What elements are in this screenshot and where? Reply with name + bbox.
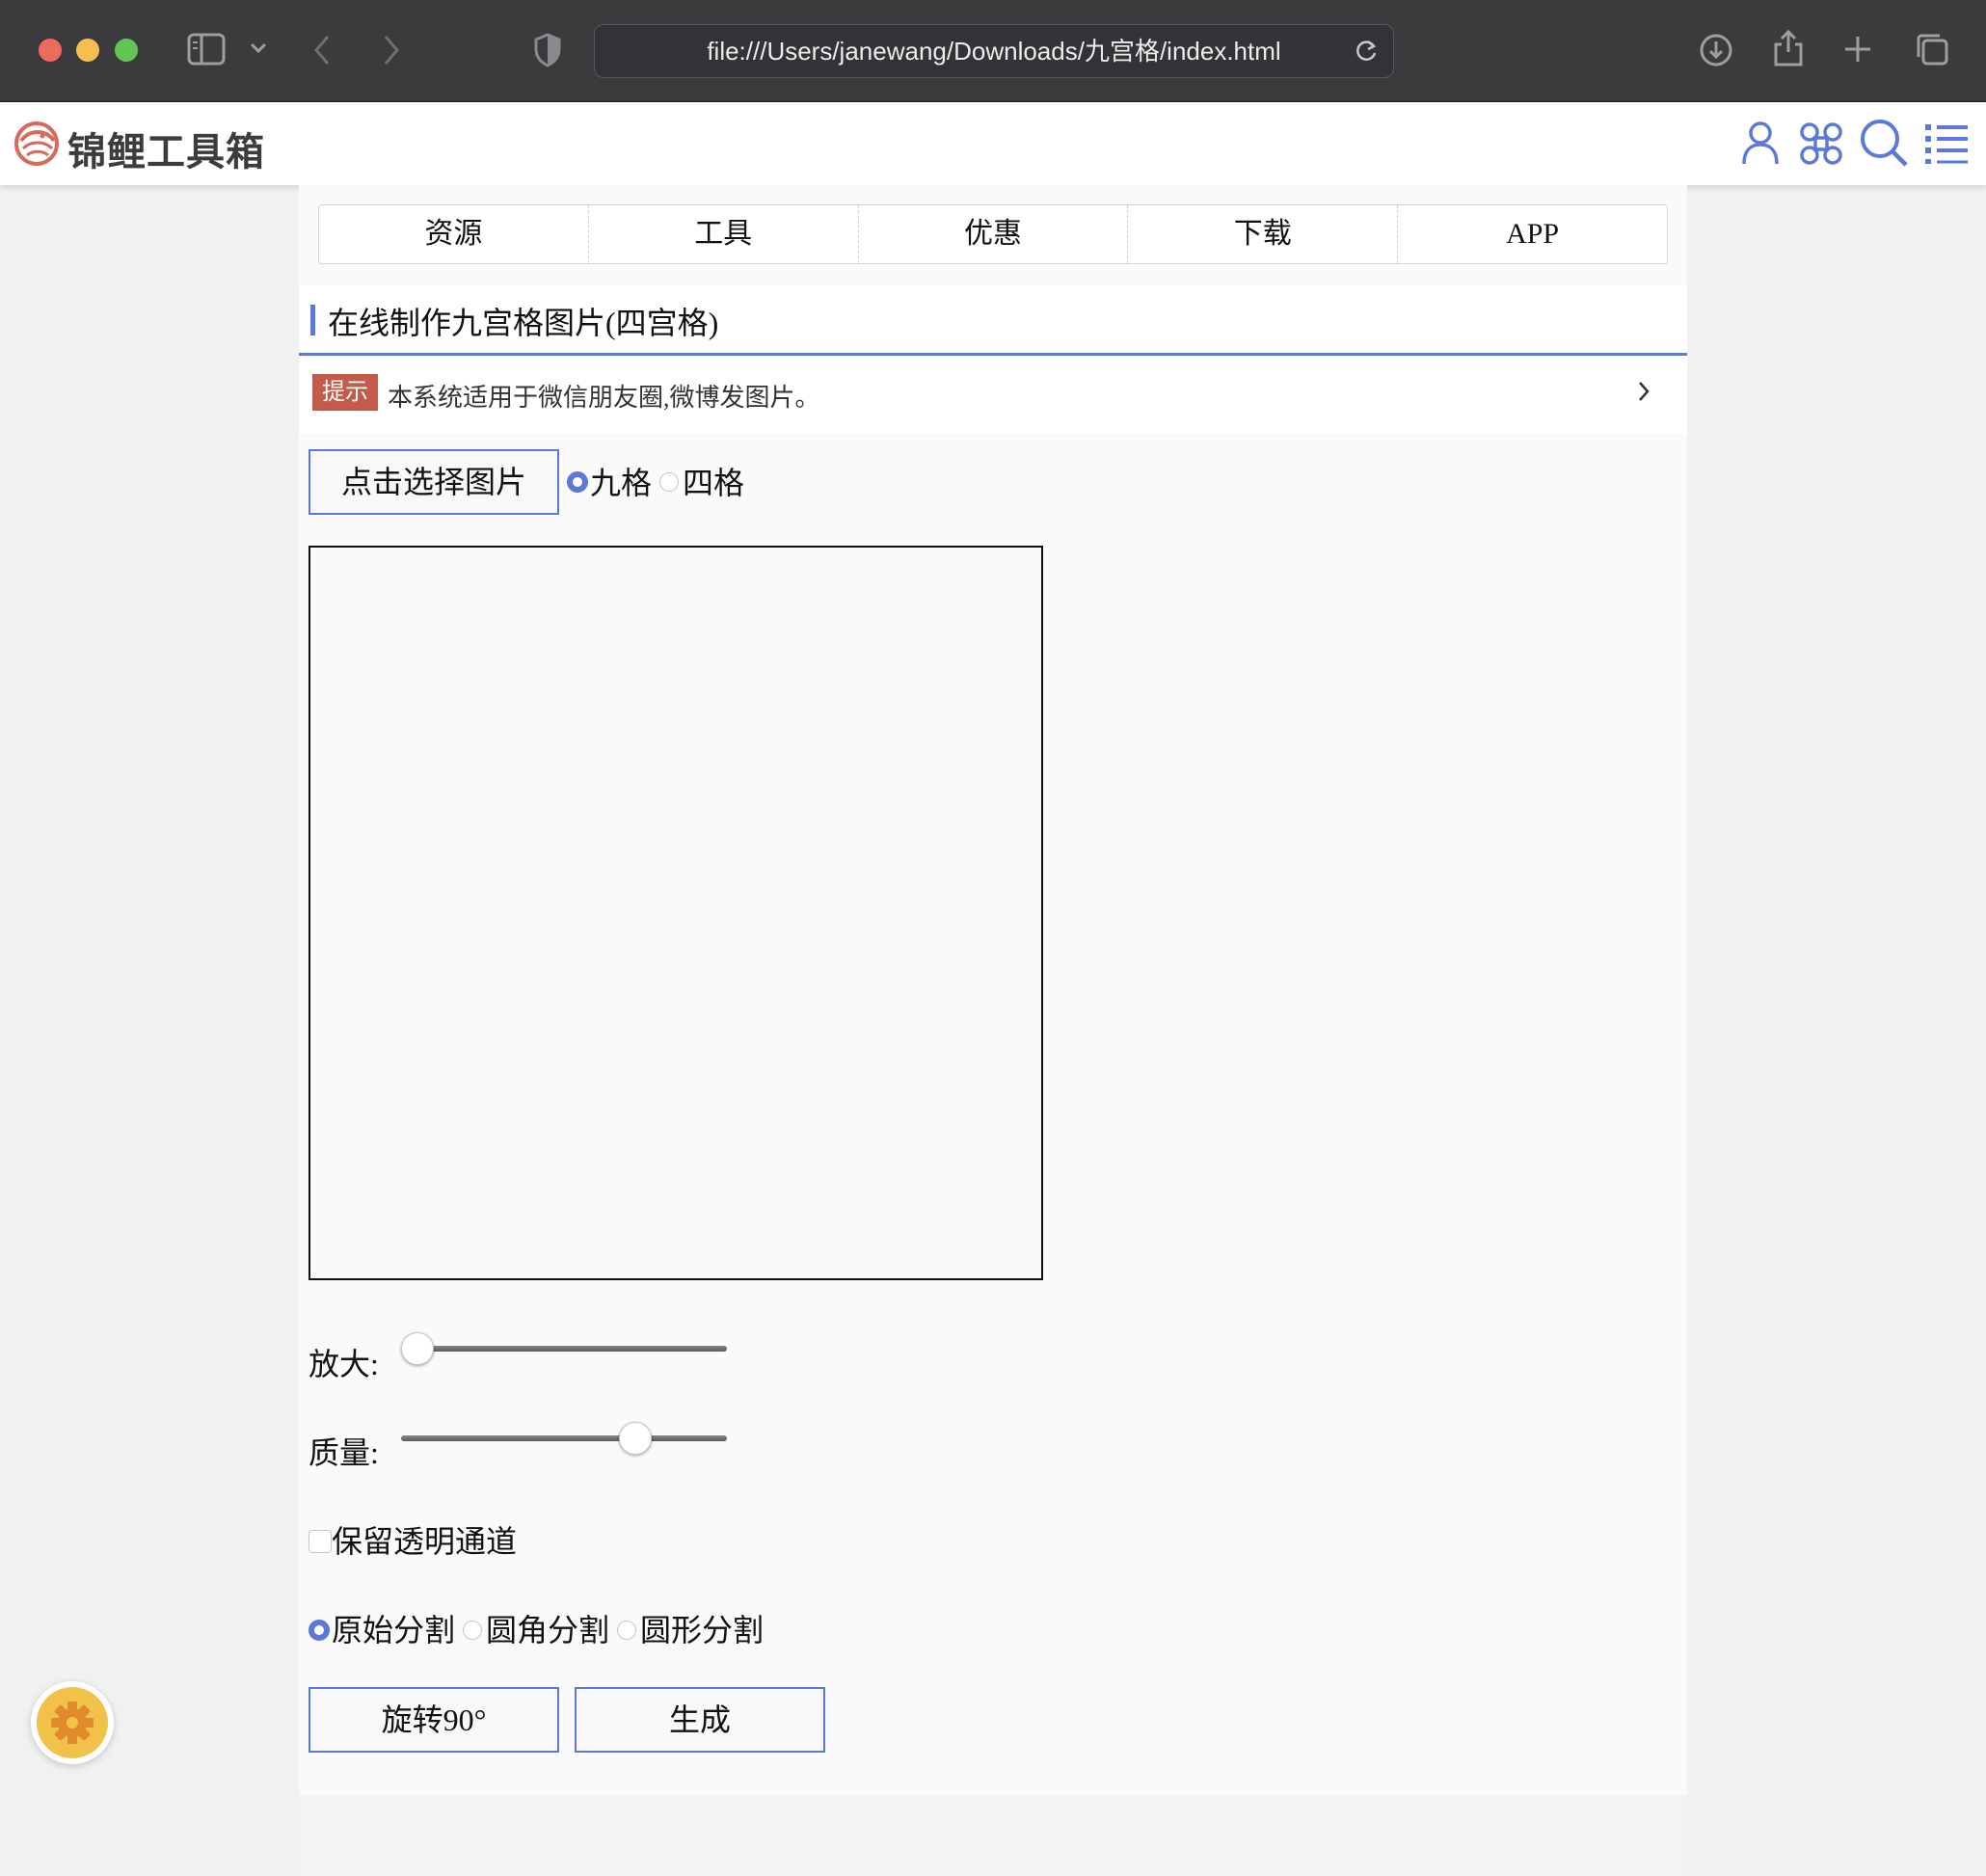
- menu-list-icon[interactable]: [1924, 121, 1969, 169]
- address-bar[interactable]: file:///Users/janewang/Downloads/九宫格/ind…: [594, 24, 1394, 78]
- tab-deals[interactable]: 优惠: [859, 205, 1129, 263]
- zoom-slider-thumb[interactable]: [400, 1332, 434, 1365]
- quality-slider-track[interactable]: [401, 1435, 727, 1441]
- keep-alpha-label[interactable]: 保留透明通道: [332, 1517, 517, 1562]
- choose-image-button[interactable]: 点击选择图片: [309, 449, 559, 515]
- downloads-icon[interactable]: [1699, 33, 1733, 67]
- quality-slider-thumb[interactable]: [619, 1422, 653, 1455]
- title-accent-bar: [310, 305, 315, 335]
- privacy-shield-icon[interactable]: [534, 33, 561, 67]
- chevron-down-icon[interactable]: [250, 42, 267, 54]
- tab-overview-icon[interactable]: [1915, 32, 1949, 67]
- tip-text: 本系统适用于微信朋友圈,微博发图片。: [388, 384, 820, 412]
- split-circle-label[interactable]: 圆形分割: [640, 1606, 764, 1650]
- apps-grid-icon[interactable]: [1799, 121, 1843, 171]
- share-icon[interactable]: [1772, 29, 1805, 67]
- tab-download[interactable]: 下载: [1128, 205, 1399, 263]
- grid-nine-label[interactable]: 九格: [590, 459, 652, 503]
- split-circle-radio[interactable]: [617, 1621, 636, 1640]
- split-rounded-radio[interactable]: [463, 1621, 482, 1640]
- split-rounded-label[interactable]: 圆角分割: [486, 1606, 609, 1650]
- page-footer-area: [299, 1795, 1687, 1876]
- minimize-window-button[interactable]: [76, 39, 99, 62]
- section-header: 在线制作九宫格图片(四宫格): [299, 285, 1687, 356]
- generate-button[interactable]: 生成: [575, 1687, 825, 1753]
- new-tab-icon[interactable]: [1843, 35, 1872, 64]
- user-icon[interactable]: [1741, 120, 1780, 171]
- zoom-slider-track[interactable]: [401, 1346, 727, 1352]
- nav-tabs: 资源 工具 优惠 下载 APP: [318, 204, 1668, 264]
- back-arrow-icon[interactable]: [312, 35, 332, 66]
- site-header: 锦鲤工具箱: [0, 102, 1986, 185]
- tip-badge: 提示: [312, 374, 378, 411]
- gear-icon: [37, 1687, 108, 1758]
- grid-nine-radio[interactable]: [567, 471, 588, 493]
- site-logo-text[interactable]: 锦鲤工具箱: [67, 121, 265, 176]
- forward-arrow-icon[interactable]: [382, 35, 401, 66]
- grid-four-label[interactable]: 四格: [683, 459, 744, 503]
- tip-banner[interactable]: 提示 本系统适用于微信朋友圈,微博发图片。: [299, 357, 1687, 434]
- split-original-radio[interactable]: [309, 1620, 330, 1641]
- tab-resources[interactable]: 资源: [319, 205, 589, 263]
- tab-tools[interactable]: 工具: [589, 205, 859, 263]
- browser-toolbar: file:///Users/janewang/Downloads/九宫格/ind…: [0, 0, 1986, 102]
- grid-four-radio[interactable]: [659, 472, 679, 492]
- rotate-button[interactable]: 旋转90°: [309, 1687, 559, 1753]
- image-preview-canvas[interactable]: [309, 546, 1043, 1280]
- split-original-label[interactable]: 原始分割: [332, 1606, 455, 1650]
- tab-app[interactable]: APP: [1398, 205, 1667, 263]
- main-content: 资源 工具 优惠 下载 APP 在线制作九宫格图片(四宫格) 提示 本系统适用于…: [299, 185, 1687, 1876]
- url-text: file:///Users/janewang/Downloads/九宫格/ind…: [707, 37, 1281, 66]
- settings-button[interactable]: [31, 1681, 114, 1764]
- keep-alpha-checkbox[interactable]: [309, 1530, 332, 1553]
- reload-icon[interactable]: [1355, 39, 1378, 68]
- zoom-window-button[interactable]: [115, 39, 138, 62]
- koi-logo-icon[interactable]: [13, 120, 60, 173]
- search-icon[interactable]: [1859, 118, 1909, 173]
- zoom-label: 放大:: [309, 1347, 379, 1381]
- page-title: 在线制作九宫格图片(四宫格): [328, 306, 719, 340]
- sidebar-toggle-icon[interactable]: [187, 33, 226, 66]
- quality-label: 质量:: [309, 1435, 379, 1470]
- chevron-right-icon[interactable]: [1637, 380, 1651, 408]
- close-window-button[interactable]: [39, 39, 62, 62]
